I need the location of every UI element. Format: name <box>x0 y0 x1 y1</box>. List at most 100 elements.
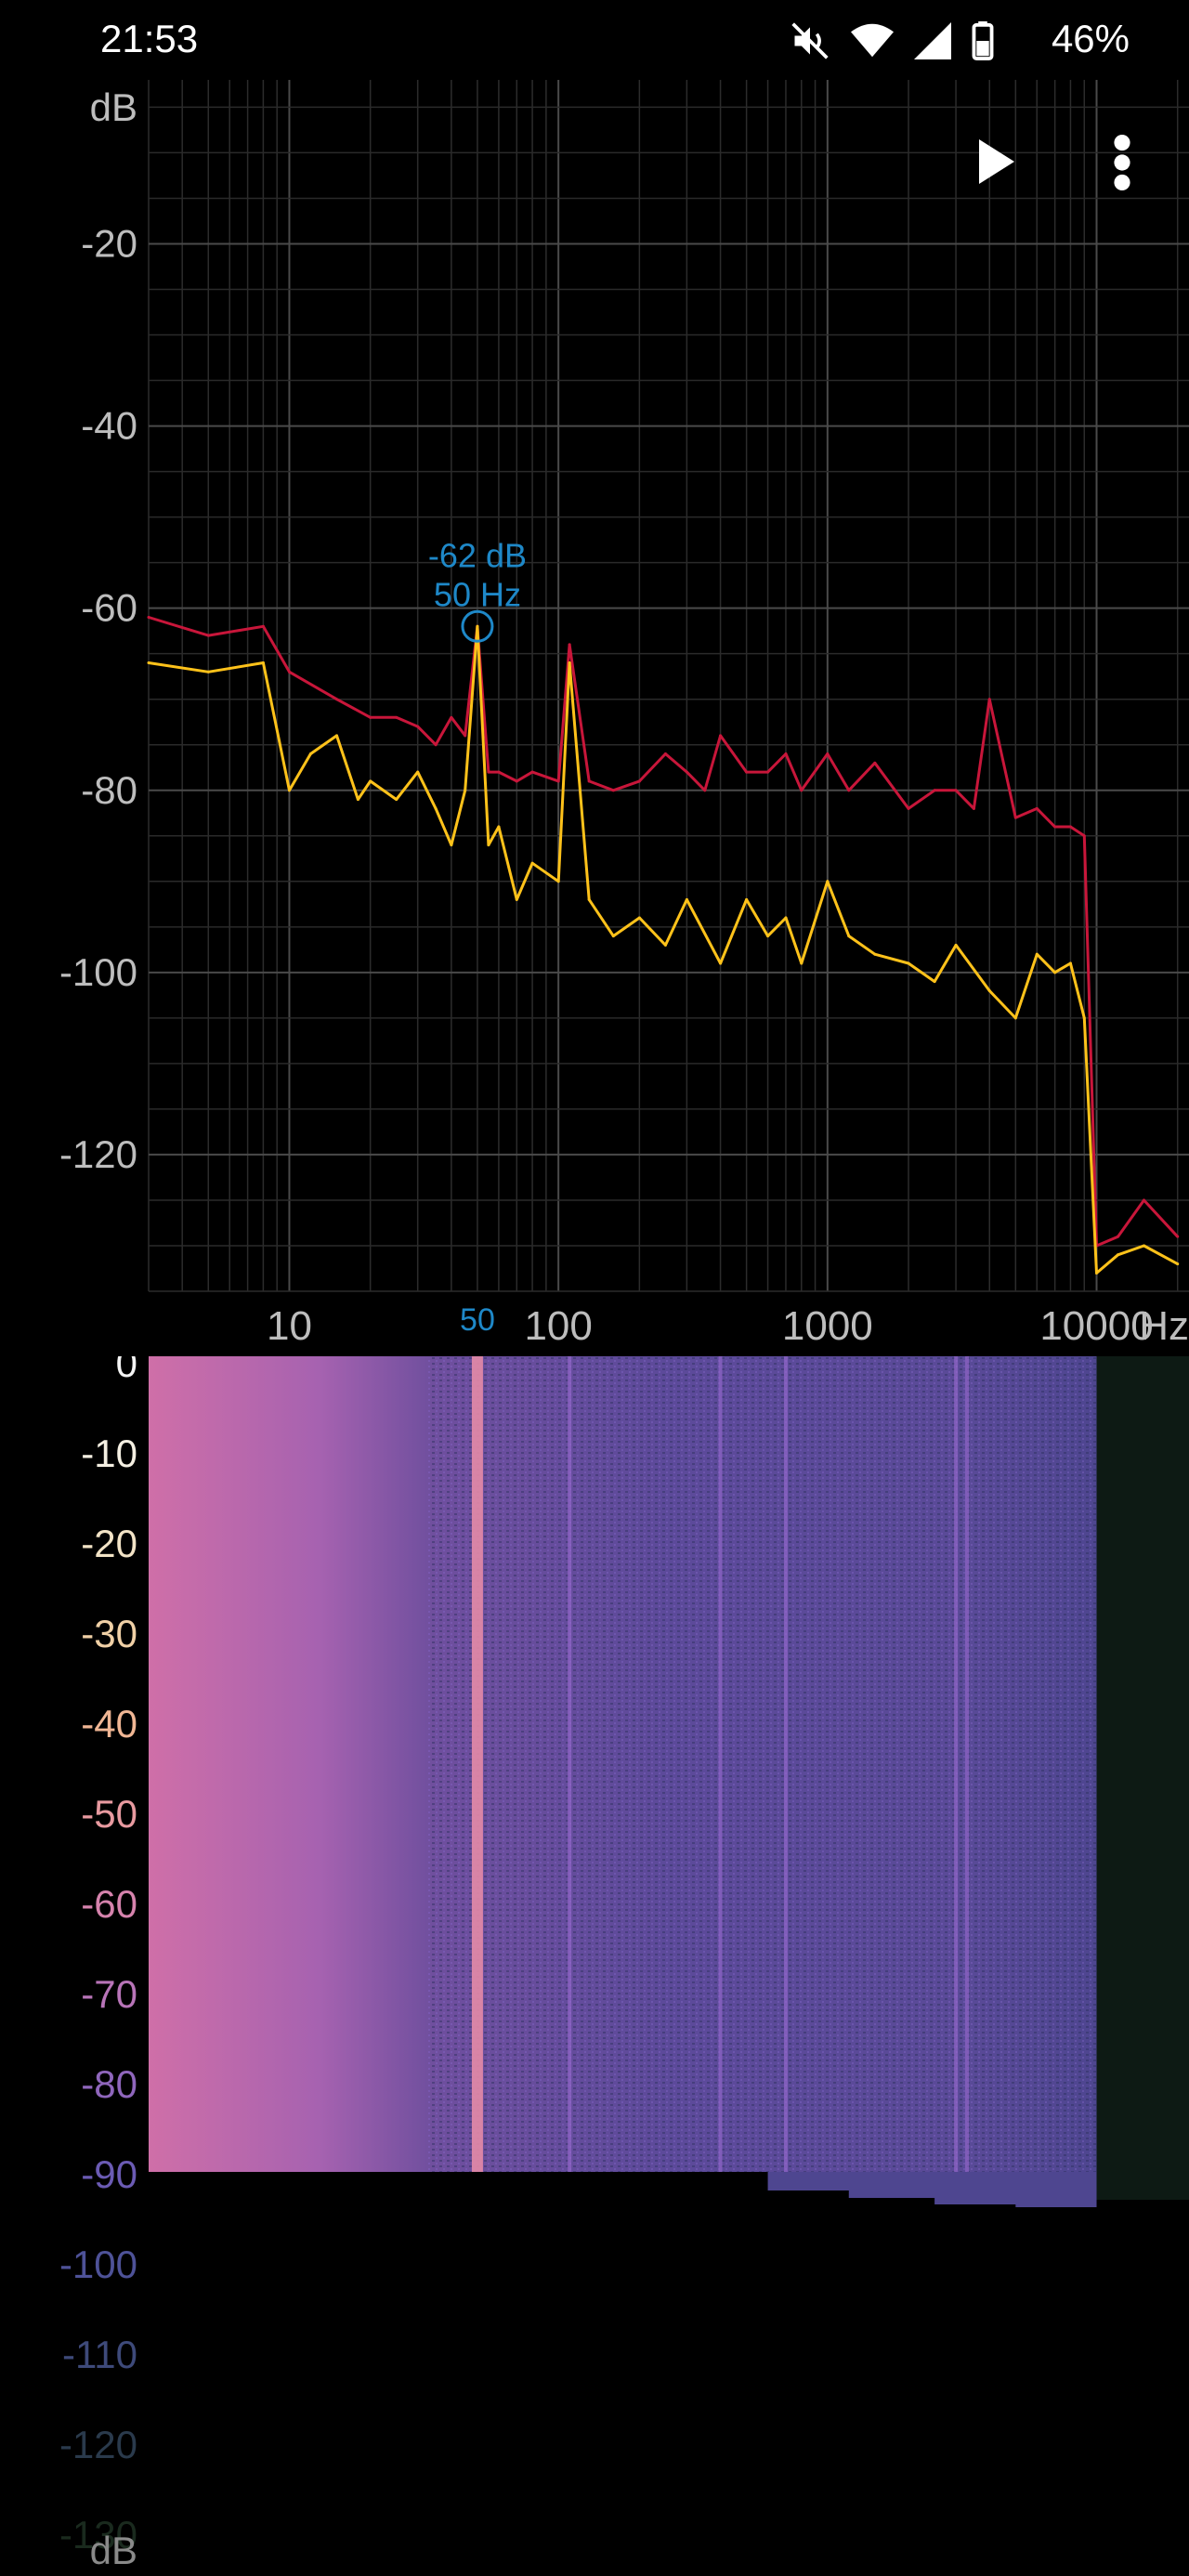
y-tick-label: -40 <box>81 404 137 448</box>
series-point <box>369 715 372 719</box>
series-point <box>1035 952 1039 956</box>
db-scale-label: -50 <box>81 1792 137 1836</box>
series-point <box>497 770 501 774</box>
series-point <box>356 798 359 802</box>
series-point <box>637 916 641 920</box>
series-point <box>261 624 265 628</box>
x-tick-label: 100 <box>524 1303 592 1349</box>
series-point <box>515 779 518 783</box>
spectrum-x-ticks: 10 100 1000 10000 <box>267 1303 1154 1349</box>
series-point <box>972 806 975 810</box>
series-point <box>395 798 399 802</box>
x-tick-label: 10000 <box>1039 1303 1153 1349</box>
spectrogram[interactable]: 0 -10 -20 -30 -40 -50 -60 -70 -80 -90 -100 -110 -120… <box>0 1356 1189 2576</box>
y-tick-label: -100 <box>59 950 137 994</box>
series-point <box>416 770 420 774</box>
series-point <box>663 943 667 947</box>
series-point <box>1082 1016 1086 1020</box>
series-point <box>1143 1244 1146 1248</box>
peak-marker-axis-label: 50 <box>460 1302 495 1338</box>
db-scale-label: -60 <box>81 1882 137 1926</box>
series-point <box>587 897 591 901</box>
db-scale-label: -110 <box>62 2333 137 2376</box>
series-point <box>487 770 490 774</box>
series-point <box>369 779 372 783</box>
db-scale-label: -80 <box>81 2062 137 2106</box>
series-point <box>826 880 830 883</box>
spectrogram-db-scale: 0 -10 -20 -30 -40 -50 -60 -70 -80 -90 -100 -110 -120… <box>59 1356 137 2556</box>
series-point <box>719 961 723 965</box>
spectrum-y-ticks: -20 -40 -60 -80 -100 -120 <box>59 221 137 1175</box>
y-tick-label: -20 <box>81 221 137 265</box>
y-tick-label: -120 <box>59 1132 137 1176</box>
series-point <box>987 698 991 701</box>
series-point <box>1082 834 1086 838</box>
more-options-button[interactable] <box>1105 134 1139 191</box>
series-point <box>800 789 804 792</box>
spectrogram-edge <box>149 2172 1097 2207</box>
series-point <box>873 952 877 956</box>
series-point <box>287 789 291 792</box>
series-point <box>611 789 615 792</box>
series-point <box>685 897 688 901</box>
series-point <box>206 634 210 637</box>
series-point <box>800 961 804 965</box>
series-point <box>954 789 958 792</box>
series-point <box>784 916 788 920</box>
series-point <box>766 935 770 938</box>
series-point <box>933 789 936 792</box>
x-tick-label: 1000 <box>782 1303 873 1349</box>
series-point <box>847 789 851 792</box>
series-point <box>873 761 877 765</box>
series-point <box>907 961 910 965</box>
spectrum-chart[interactable]: -20 -40 -60 -80 -100 -120 10 100 1000 10000 dB H… <box>0 0 1189 1356</box>
db-scale-label: -90 <box>81 2152 137 2196</box>
db-scale-label: -70 <box>81 1972 137 2016</box>
series-point <box>568 643 571 647</box>
series-point <box>1176 1235 1180 1238</box>
series-point <box>308 752 312 756</box>
series-point <box>1116 1253 1119 1257</box>
play-button[interactable] <box>975 137 1016 186</box>
db-scale-label: -10 <box>81 1432 137 1475</box>
x-axis-unit-label: Hz <box>1139 1303 1189 1349</box>
series-point <box>826 752 830 756</box>
series-point <box>206 670 210 673</box>
db-scale-label: -40 <box>81 1702 137 1746</box>
series-point <box>497 825 501 829</box>
spectrogram-image <box>149 1356 1189 2207</box>
series-point <box>847 935 851 938</box>
series-point <box>416 725 420 728</box>
series-point <box>766 770 770 774</box>
series-point <box>395 715 399 719</box>
series-point <box>954 943 958 947</box>
series-point <box>147 660 150 664</box>
x-tick-label: 10 <box>267 1303 312 1349</box>
series-point <box>1116 1235 1119 1238</box>
series-point <box>434 743 438 747</box>
series-point <box>745 770 749 774</box>
series-point <box>450 715 453 719</box>
series-point <box>334 734 338 738</box>
y-axis-unit-label: dB <box>90 85 137 129</box>
spectrum-grid <box>148 80 1189 1292</box>
series-point <box>1143 1198 1146 1202</box>
peak-marker-db-label: -62 dB <box>428 536 527 574</box>
series-point <box>1053 825 1057 829</box>
series-point <box>334 698 338 701</box>
y-tick-label: -80 <box>81 768 137 812</box>
series-point <box>685 770 688 774</box>
spectrogram-texture <box>427 1356 1097 2172</box>
series-point <box>784 752 788 756</box>
series-point <box>487 843 490 847</box>
series-point <box>450 843 453 847</box>
series-point <box>907 806 910 810</box>
db-scale-label: 0 <box>116 1356 137 1385</box>
series-point <box>587 779 591 783</box>
series-point <box>1095 1271 1099 1275</box>
series-point <box>556 779 560 783</box>
series-point <box>515 897 518 901</box>
db-scale-label: -20 <box>81 1522 137 1565</box>
db-scale-label: -100 <box>59 2243 137 2286</box>
peak-marker-hz-label: 50 Hz <box>434 575 521 613</box>
